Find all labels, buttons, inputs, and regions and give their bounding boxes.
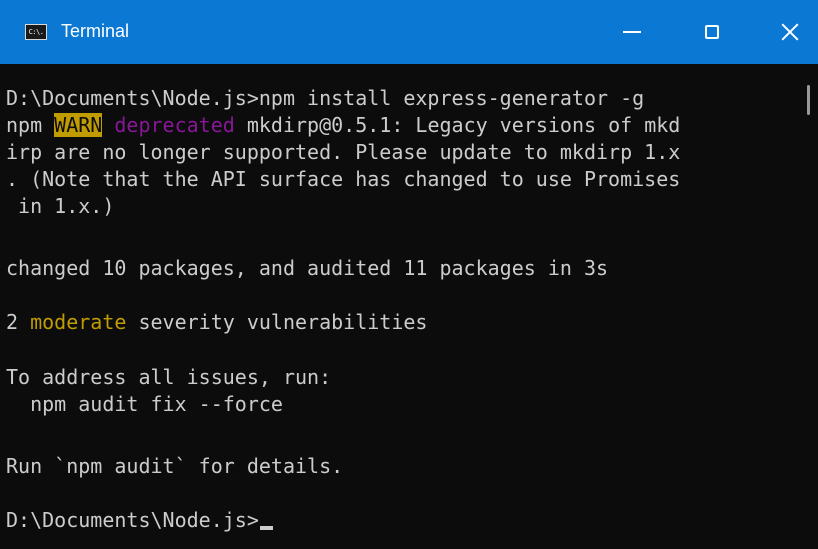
minimize-icon — [623, 31, 641, 33]
moderate-label: moderate — [30, 310, 127, 334]
vertical-scrollbar[interactable] — [800, 64, 818, 549]
minimize-button[interactable] — [602, 0, 662, 64]
console-output[interactable]: D:\Documents\Node.js>npm install express… — [0, 64, 800, 549]
text-cursor — [259, 526, 273, 530]
warn-badge: WARN — [54, 113, 103, 137]
deprecated-label: deprecated — [114, 113, 235, 137]
close-button[interactable] — [760, 0, 818, 64]
window-title: Terminal — [61, 21, 130, 41]
console-line: To address all issues, run: — [6, 365, 332, 389]
cmd-icon: C:\. — [25, 24, 47, 40]
console-line: 2 moderate severity vulnerabilities — [6, 309, 427, 336]
vuln-count: 2 — [6, 310, 31, 334]
console-line: in 1.x.) — [6, 194, 115, 218]
prompt-line[interactable]: D:\Documents\Node.js> — [6, 507, 273, 534]
cmd-icon-glyph: C:\. — [28, 27, 44, 36]
close-icon — [781, 23, 799, 41]
maximize-button[interactable] — [682, 0, 742, 64]
console-line: npm WARN deprecated mkdirp@0.5.1: Legacy… — [6, 112, 680, 139]
warn-message: mkdirp@0.5.1: Legacy versions of mkd — [234, 113, 681, 137]
terminal-window: C:\. Terminal D:\Documents\Node.js>npm i… — [0, 0, 818, 549]
npm-prefix: npm — [6, 113, 55, 137]
console-line: irp are no longer supported. Please upda… — [6, 140, 681, 164]
maximize-icon — [705, 25, 719, 39]
title-bar[interactable]: C:\. Terminal — [0, 0, 818, 64]
vuln-message: severity vulnerabilities — [126, 310, 428, 334]
console-line: npm audit fix --force — [6, 392, 283, 416]
console-line: changed 10 packages, and audited 11 pack… — [6, 256, 609, 280]
console-line: Run `npm audit` for details. — [6, 454, 344, 478]
console-line: D:\Documents\Node.js>npm install express… — [6, 86, 645, 110]
prompt: D:\Documents\Node.js> — [6, 508, 259, 532]
console-line: . (Note that the API surface has changed… — [6, 167, 681, 191]
scrollbar-thumb[interactable] — [807, 85, 810, 115]
